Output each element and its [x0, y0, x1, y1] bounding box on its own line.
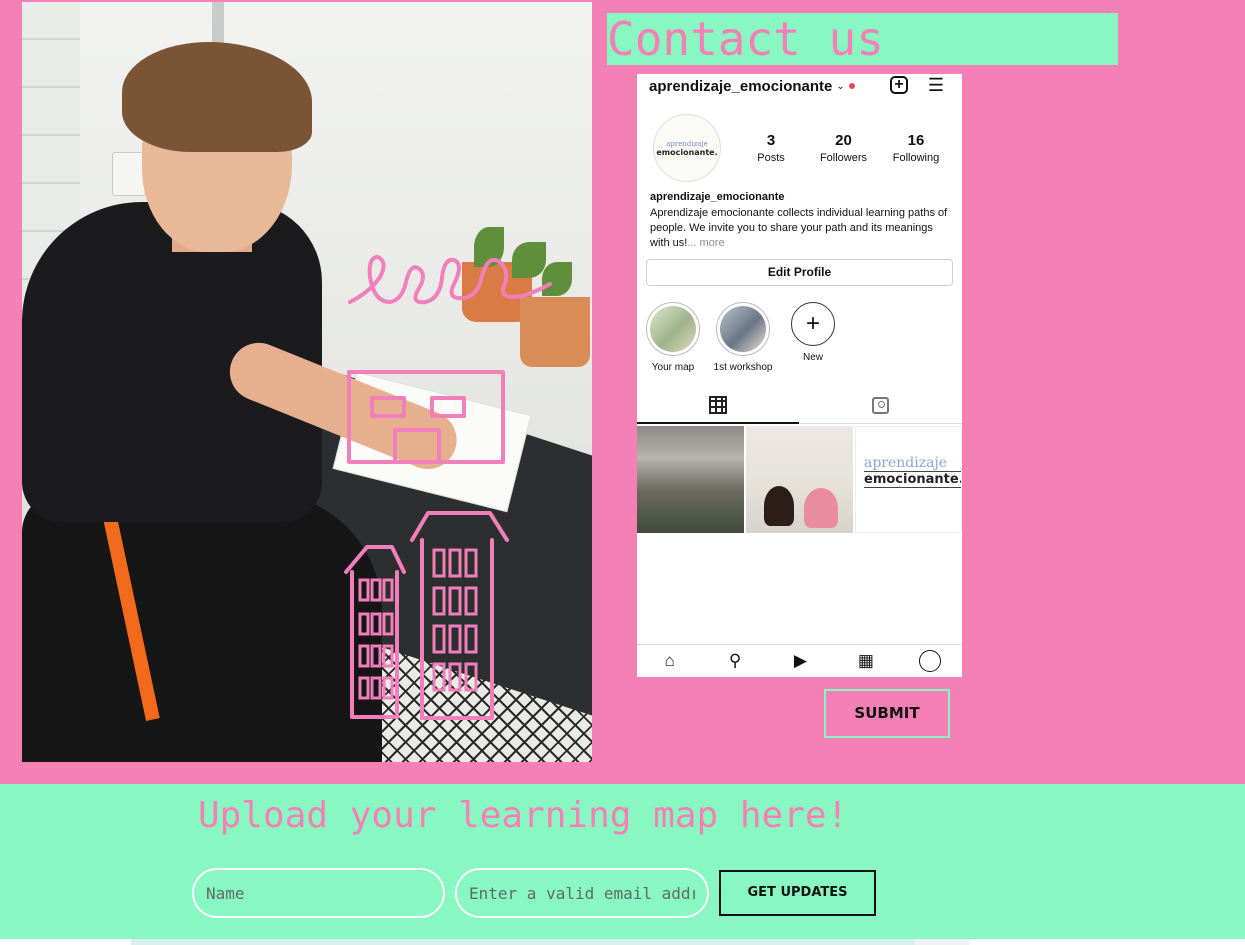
contact-title: Contact us — [607, 13, 1118, 65]
search-icon: ⚲ — [728, 651, 742, 670]
upload-section: Upload your learning map here! GET UPDAT… — [0, 784, 1245, 939]
doodle-box — [370, 396, 406, 418]
ig-stat-value: 3 — [766, 132, 776, 149]
submit-button[interactable]: SUBMIT — [824, 689, 950, 738]
doodle-window — [382, 578, 394, 602]
ig-avatar-line2: emocionante. — [656, 147, 718, 157]
doodle-window — [382, 676, 394, 700]
ig-highlight-new: + New — [783, 302, 843, 373]
shop-icon: ▦ — [857, 651, 874, 670]
ig-bio-name: aprendizaje_emocionante — [650, 191, 785, 203]
ig-post-person — [764, 486, 794, 526]
doodle-window — [464, 586, 478, 616]
doodle-window — [432, 548, 446, 578]
upload-title: Upload your learning map here! — [198, 795, 849, 836]
ig-post-thumbnail: aprendizaje emocionante. — [855, 426, 962, 533]
home-icon: ⌂ — [664, 651, 675, 670]
ig-stat-value: 16 — [907, 132, 925, 149]
doodle-window — [464, 548, 478, 578]
bottom-strip-bar — [131, 939, 915, 945]
doodle-box — [430, 396, 466, 418]
bottom-strip-bar — [915, 939, 969, 945]
ig-stat-value: 20 — [835, 132, 852, 149]
ig-post-text: emocionante. — [864, 471, 962, 488]
ig-highlight-label: 1st workshop — [713, 362, 773, 373]
doodle-window — [382, 612, 394, 636]
doodle-window — [432, 624, 446, 654]
doodle-window — [448, 548, 462, 578]
doodle-building — [344, 545, 406, 719]
ig-avatar-line1: aprendizaje — [666, 139, 708, 148]
doodle-window — [464, 624, 478, 654]
hero-photo — [22, 2, 592, 762]
ig-edit-profile-button: Edit Profile — [646, 259, 953, 286]
ig-post-thumbnail — [746, 426, 853, 533]
ig-highlight-1st-workshop: 1st workshop — [713, 302, 773, 373]
doodle-window — [464, 662, 478, 692]
doodle-box — [393, 428, 441, 464]
bottom-strip — [0, 939, 1245, 945]
get-updates-button[interactable]: GET UPDATES — [719, 870, 876, 916]
doodle-squiggle — [348, 255, 552, 305]
grid-icon — [709, 396, 727, 414]
ig-stat-label: Followers — [819, 152, 868, 164]
tagged-icon — [872, 397, 889, 414]
ig-post-text: aprendizaje — [864, 455, 948, 471]
doodle-window — [358, 676, 370, 700]
ig-stat-following: 16 Following — [880, 132, 952, 164]
hamburger-icon: ☰ — [927, 75, 944, 95]
ig-avatar: aprendizaje emocionante. — [653, 114, 721, 182]
doodle-window — [358, 578, 370, 602]
ig-header: aprendizaje_emocionante ⌄ + ☰ — [649, 76, 952, 96]
doodle-window — [448, 662, 462, 692]
ig-bio-more: ... more — [687, 237, 725, 249]
doodle-window — [432, 662, 446, 692]
ig-username: aprendizaje_emocionante — [649, 77, 833, 95]
doodle-window — [358, 644, 370, 668]
ig-tabs — [637, 390, 962, 424]
doodle-window — [382, 644, 394, 668]
ig-stats: 3 Posts 20 Followers 16 Following — [735, 132, 952, 164]
doodle-window — [448, 586, 462, 616]
doodle-window — [358, 612, 370, 636]
doodle-overlay — [344, 255, 552, 720]
ig-stat-followers: 20 Followers — [808, 132, 880, 164]
ig-bio: Aprendizaje emocionante collects individ… — [650, 206, 955, 251]
ig-post-thumbnail — [637, 426, 744, 533]
ig-highlight-your-map: Your map — [643, 302, 703, 373]
ig-stat-label: Posts — [757, 152, 785, 164]
ig-stat-label: Following — [892, 152, 940, 164]
doodle-window — [370, 644, 382, 668]
notification-dot — [848, 83, 855, 89]
ig-highlight-label: Your map — [651, 362, 695, 373]
doodle-window — [370, 676, 382, 700]
doodle-window — [448, 624, 462, 654]
ig-stat-posts: 3 Posts — [735, 132, 807, 164]
doodle-window — [370, 612, 382, 636]
instagram-profile-screenshot[interactable]: aprendizaje_emocionante ⌄ + ☰ aprendizaj… — [637, 74, 962, 677]
ig-highlight-label: New — [802, 352, 823, 363]
ig-tab-indicator — [637, 422, 799, 424]
chevron-down-icon: ⌄ — [836, 80, 845, 92]
ig-bottom-nav: ⌂ ⚲ ▶ ▦ — [637, 644, 962, 677]
doodle-window — [370, 578, 382, 602]
reels-icon: ▶ — [793, 651, 807, 670]
doodle-window — [432, 586, 446, 616]
ig-post-grid: aprendizaje emocionante. — [637, 426, 962, 533]
profile-icon — [919, 650, 942, 672]
email-input[interactable] — [455, 868, 709, 918]
plus-icon: + — [791, 302, 835, 346]
ig-post-person — [804, 488, 838, 528]
name-input[interactable] — [192, 868, 445, 918]
plus-square-icon: + — [890, 76, 908, 94]
ig-highlights: Your map 1st workshop + New — [643, 302, 843, 373]
